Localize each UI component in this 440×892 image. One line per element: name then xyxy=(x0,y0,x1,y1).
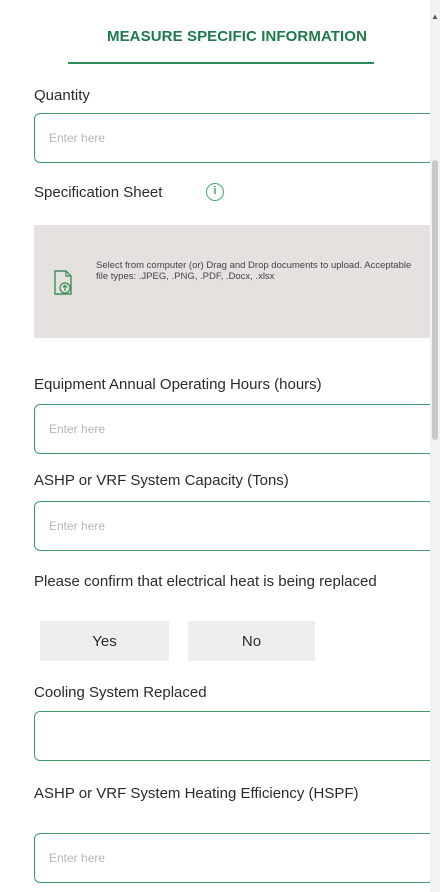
system-capacity-input[interactable] xyxy=(34,501,440,551)
spec-sheet-label: Specification Sheet xyxy=(34,184,163,201)
heating-efficiency-label: ASHP or VRF System Heating Efficiency (H… xyxy=(34,785,359,802)
upload-instructions: Select from computer (or) Drag and Drop … xyxy=(96,260,412,282)
cooling-system-label: Cooling System Replaced xyxy=(34,684,207,701)
system-capacity-label: ASHP or VRF System Capacity (Tons) xyxy=(34,472,289,489)
scrollbar-track[interactable] xyxy=(430,0,440,892)
electrical-heat-label: Please confirm that electrical heat is b… xyxy=(34,573,377,590)
quantity-input[interactable] xyxy=(34,113,440,163)
cooling-system-input[interactable] xyxy=(34,711,440,761)
title-underline xyxy=(68,62,374,64)
quantity-label: Quantity xyxy=(34,87,90,104)
scrollbar-thumb[interactable] xyxy=(432,160,438,440)
file-upload-icon xyxy=(54,270,72,295)
section-title: MEASURE SPECIFIC INFORMATION xyxy=(106,28,368,45)
operating-hours-input[interactable] xyxy=(34,404,440,454)
yes-button[interactable]: Yes xyxy=(40,621,169,661)
measure-form: MEASURE SPECIFIC INFORMATION Quantity Sp… xyxy=(0,0,440,892)
info-icon[interactable]: i xyxy=(206,183,224,201)
no-button[interactable]: No xyxy=(188,621,315,661)
scroll-up-arrow-icon[interactable]: ▲ xyxy=(431,12,439,22)
heating-efficiency-input[interactable] xyxy=(34,833,440,883)
file-upload-dropzone[interactable]: Select from computer (or) Drag and Drop … xyxy=(34,225,430,338)
operating-hours-label: Equipment Annual Operating Hours (hours) xyxy=(34,376,322,393)
